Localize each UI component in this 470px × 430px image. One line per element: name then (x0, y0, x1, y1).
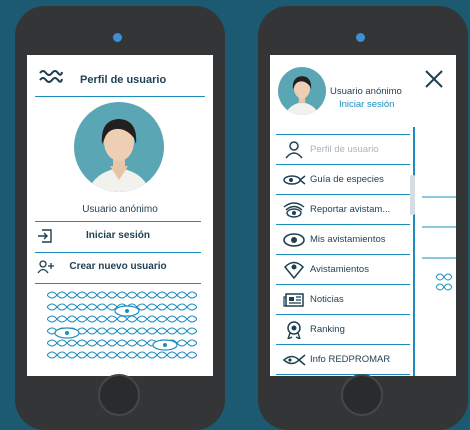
wave-pattern-decoration (47, 289, 197, 361)
camera (113, 33, 122, 42)
menu-item-label: Avistamientos (310, 264, 369, 275)
scrollbar-thumb[interactable] (410, 175, 415, 215)
avatar (278, 67, 326, 115)
avatar-image (74, 102, 164, 192)
menu-screen: Usuario anónimo Iniciar sesión Perfil de… (270, 55, 456, 376)
avatar-image (278, 67, 326, 115)
fish-eye-icon (283, 175, 306, 185)
eye-waves-icon (283, 202, 305, 218)
waves-icon[interactable] (39, 69, 63, 85)
menu-item-sightings[interactable]: Avistamientos (276, 254, 410, 285)
menu-item-my-sightings[interactable]: Mis avistamientos (276, 224, 410, 255)
close-icon[interactable] (424, 69, 444, 89)
create-user-row[interactable]: Crear nuevo usuario (35, 252, 201, 283)
profile-screen: Perfil de usuario Usuario anónimo Inicia… (27, 55, 213, 376)
menu-item-info[interactable]: Info REDPROMAR (276, 344, 410, 375)
eye-pin-icon (283, 261, 305, 279)
menu-item-label: Perfil de usuario (310, 144, 379, 155)
menu-item-label: Reportar avistam... (310, 204, 391, 215)
menu-item-label: Guía de especies (310, 174, 384, 185)
menu-item-label: Ranking (310, 324, 345, 335)
avatar (74, 102, 164, 192)
menu-item-label: Info REDPROMAR (310, 354, 391, 365)
camera (356, 33, 365, 42)
person-icon (285, 141, 303, 159)
phone-left: Perfil de usuario Usuario anónimo Inicia… (15, 6, 225, 430)
divider (276, 374, 410, 375)
menu-item-label: Noticias (310, 294, 344, 305)
background-content (416, 127, 456, 376)
home-button[interactable] (341, 374, 383, 416)
fish-logo-icon (282, 354, 306, 366)
menu-item-report-sighting[interactable]: Reportar avistam... (276, 194, 410, 225)
login-button[interactable]: Iniciar sesión (35, 230, 201, 241)
medal-icon (287, 321, 301, 339)
user-name: Usuario anónimo (330, 86, 402, 97)
menu-item-news[interactable]: Noticias (276, 284, 410, 315)
create-user-button[interactable]: Crear nuevo usuario (35, 261, 201, 272)
newspaper-icon (283, 293, 304, 307)
eye-icon (283, 233, 305, 247)
menu-header: Usuario anónimo Iniciar sesión (270, 55, 456, 127)
wave-pattern-decoration (422, 196, 456, 291)
divider (35, 96, 205, 97)
phone-right: Usuario anónimo Iniciar sesión Perfil de… (258, 6, 468, 430)
menu-item-species-guide[interactable]: Guía de especies (276, 164, 410, 195)
divider (35, 283, 201, 284)
scrollbar[interactable] (413, 127, 415, 376)
login-link[interactable]: Iniciar sesión (339, 99, 394, 110)
menu-item-profile[interactable]: Perfil de usuario (276, 134, 410, 165)
login-row[interactable]: Iniciar sesión (35, 221, 201, 252)
user-name: Usuario anónimo (82, 204, 158, 215)
home-button[interactable] (98, 374, 140, 416)
profile-header: Perfil de usuario (27, 61, 213, 97)
menu-item-label: Mis avistamientos (310, 234, 386, 245)
menu-item-ranking[interactable]: Ranking (276, 314, 410, 345)
page-title: Perfil de usuario (80, 74, 167, 86)
